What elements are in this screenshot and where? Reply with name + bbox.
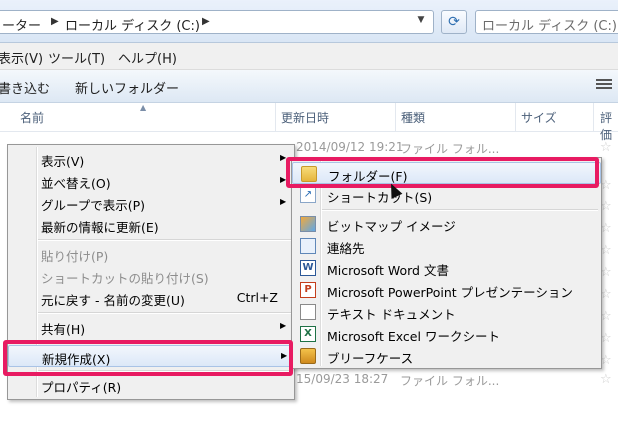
new-folder-button[interactable]: 新しいフォルダー xyxy=(75,78,179,97)
column-name[interactable]: 名前 xyxy=(20,109,44,126)
menu-item-label: Microsoft Word 文書 xyxy=(327,263,449,278)
menu-item-sort[interactable]: 並べ替え(O) ▶ xyxy=(8,170,294,192)
column-divider[interactable] xyxy=(593,103,594,131)
file-type: ファイル フォル... xyxy=(400,142,500,156)
menu-item-label: 表示(V) xyxy=(41,154,85,169)
breadcrumb-item-computer[interactable]: ーター xyxy=(2,15,41,34)
rating-star-icon[interactable]: ☆ xyxy=(600,372,612,387)
menu-item-label: 最新の情報に更新(E) xyxy=(41,220,159,235)
menu-item-label: 並べ替え(O) xyxy=(41,176,111,191)
menu-item-label: ビットマップ イメージ xyxy=(327,219,456,234)
menu-item-paste-shortcut: ショートカットの貼り付け(S) xyxy=(8,265,294,287)
menu-item-shortcut: Ctrl+Z xyxy=(236,290,278,305)
menu-item-label: Microsoft Excel ワークシート xyxy=(327,329,500,344)
column-header: ▲ 名前 更新日時 種類 サイズ 評価 xyxy=(0,103,618,142)
menu-help[interactable]: ヘルプ(H) xyxy=(118,48,177,67)
refresh-button[interactable]: ⟳ xyxy=(441,10,467,34)
contact-icon xyxy=(300,238,316,254)
column-rating[interactable]: 評価 xyxy=(600,109,618,143)
submenu-item-powerpoint[interactable]: P Microsoft PowerPoint プレゼンテーション xyxy=(292,279,601,301)
refresh-icon: ⟳ xyxy=(448,14,460,30)
submenu-item-bitmap[interactable]: ビットマップ イメージ xyxy=(292,213,601,235)
column-modified[interactable]: 更新日時 xyxy=(281,109,329,126)
menu-item-label: テキスト ドキュメント xyxy=(327,307,456,322)
menu-separator xyxy=(38,312,292,314)
menu-item-label: 共有(H) xyxy=(41,322,86,337)
menu-item-label: ショートカット(S) xyxy=(327,190,433,205)
address-bar-area: ーター ▶ ローカル ディスク (C:) ▶ ▼ ⟳ ローカル ディスク (C:… xyxy=(0,0,618,43)
submenu-item-word[interactable]: W Microsoft Word 文書 xyxy=(292,257,601,279)
highlight-box-folder xyxy=(286,157,599,188)
breadcrumb[interactable]: ーター ▶ ローカル ディスク (C:) ▶ ▼ xyxy=(0,10,434,34)
file-date: 15/09/23 18:27 xyxy=(296,372,389,386)
menu-item-label: Microsoft PowerPoint プレゼンテーション xyxy=(327,285,573,300)
menu-item-label: ブリーフケース xyxy=(327,351,414,366)
toolbar: 書き込む 新しいフォルダー xyxy=(0,70,618,103)
column-divider[interactable] xyxy=(275,103,276,131)
text-document-icon xyxy=(300,304,316,320)
menu-item-refresh[interactable]: 最新の情報に更新(E) xyxy=(8,214,294,236)
menu-item-view[interactable]: 表示(V) ▶ xyxy=(8,148,294,170)
submenu-item-contact[interactable]: 連絡先 xyxy=(292,235,601,257)
shortcut-icon: ↗ xyxy=(300,187,316,203)
column-divider[interactable] xyxy=(395,103,396,131)
menu-item-label: 貼り付け(P) xyxy=(41,249,109,264)
menu-item-paste: 貼り付け(P) xyxy=(8,243,294,265)
file-type: ファイル フォル... xyxy=(400,374,500,388)
powerpoint-icon: P xyxy=(300,282,316,298)
menu-item-label: ショートカットの貼り付け(S) xyxy=(41,271,209,286)
menu-item-label: 連絡先 xyxy=(327,241,365,256)
menu-bar: 表示(V) ツール(T) ヘルプ(H) xyxy=(0,43,618,70)
burn-button[interactable]: 書き込む xyxy=(0,78,50,97)
menu-tools[interactable]: ツール(T) xyxy=(48,48,105,67)
column-size[interactable]: サイズ xyxy=(521,109,557,126)
column-divider[interactable] xyxy=(515,103,516,131)
file-date: 2014/09/12 19:21 xyxy=(296,140,404,154)
menu-view[interactable]: 表示(V) xyxy=(0,48,43,67)
submenu-item-text-document[interactable]: テキスト ドキュメント xyxy=(292,301,601,323)
menu-item-label: プロパティ(R) xyxy=(41,380,122,395)
menu-item-group-by[interactable]: グループで表示(P) ▶ xyxy=(8,192,294,214)
file-row[interactable]: 15/09/23 18:27 ファイル フォル... xyxy=(296,372,499,388)
highlight-box-new xyxy=(3,340,293,376)
submenu-item-excel[interactable]: X Microsoft Excel ワークシート xyxy=(292,323,601,345)
sort-ascending-icon: ▲ xyxy=(140,103,147,112)
menu-item-label: グループで表示(P) xyxy=(41,198,146,213)
menu-item-share[interactable]: 共有(H) ▶ xyxy=(8,316,294,338)
submenu-arrow-icon: ▶ xyxy=(280,321,287,330)
view-options-icon[interactable] xyxy=(596,79,612,93)
address-dropdown-icon[interactable]: ▼ xyxy=(413,15,429,31)
menu-separator xyxy=(322,209,598,211)
column-type[interactable]: 種類 xyxy=(401,109,425,126)
breadcrumb-item-local-disk[interactable]: ローカル ディスク (C:) xyxy=(65,15,200,34)
menu-item-properties[interactable]: プロパティ(R) xyxy=(8,374,294,396)
submenu-arrow-icon: ▶ xyxy=(280,197,287,206)
menu-item-undo-rename[interactable]: 元に戻す - 名前の変更(U) Ctrl+Z xyxy=(8,287,294,309)
menu-item-label: 元に戻す - 名前の変更(U) xyxy=(41,293,185,308)
excel-icon: X xyxy=(300,326,316,342)
new-submenu: フォルダー(F) ↗ ショートカット(S) ビットマップ イメージ 連絡先 W … xyxy=(291,157,602,369)
breadcrumb-arrow-icon[interactable]: ▶ xyxy=(202,16,210,27)
file-row[interactable]: 2014/09/12 19:21 ファイル フォル... xyxy=(296,140,499,156)
submenu-item-briefcase[interactable]: ブリーフケース xyxy=(292,345,601,367)
breadcrumb-arrow-icon[interactable]: ▶ xyxy=(51,16,59,27)
menu-separator xyxy=(38,239,292,241)
search-input[interactable]: ローカル ディスク (C:)の検索 xyxy=(475,10,618,34)
word-icon: W xyxy=(300,260,316,276)
rating-star-icon[interactable]: ☆ xyxy=(600,140,612,155)
bitmap-icon xyxy=(300,216,316,232)
briefcase-icon xyxy=(300,348,316,364)
